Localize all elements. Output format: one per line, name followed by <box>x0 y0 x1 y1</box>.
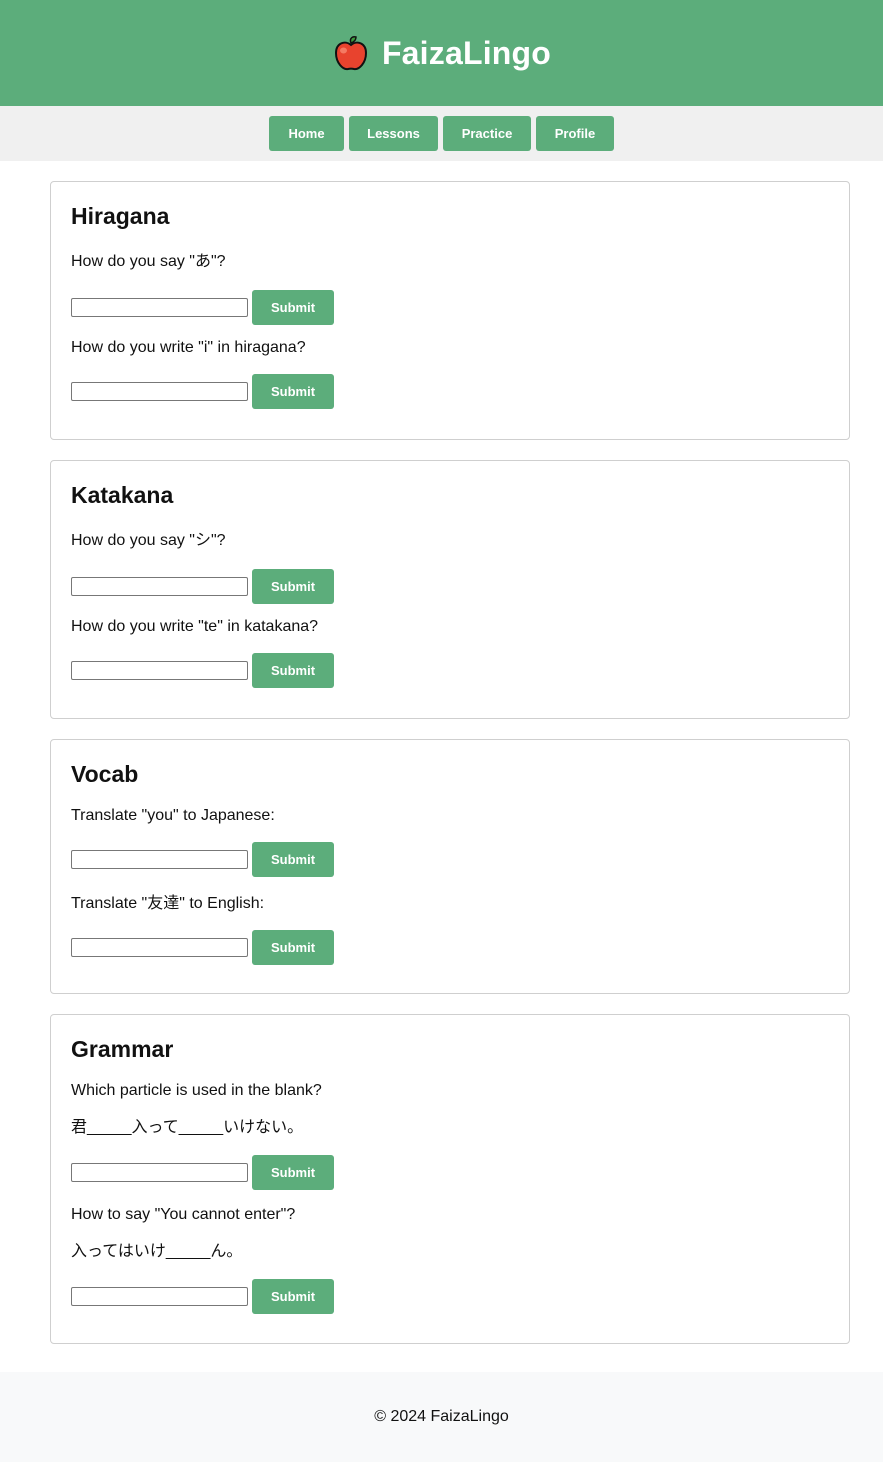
answer-row: Submit <box>71 374 829 409</box>
answer-input[interactable] <box>71 298 248 317</box>
example-sentence: 入ってはいけ_____ん。 <box>71 1243 243 1260</box>
question-text: How do you say "あ"? <box>71 253 226 270</box>
answer-row: Submit <box>71 930 829 965</box>
answer-input[interactable] <box>71 850 248 869</box>
hiragana-section: Hiragana How do you say "あ"? Submit How … <box>50 181 850 440</box>
nav-lessons-button[interactable]: Lessons <box>349 116 438 151</box>
section-title: Hiragana <box>71 203 170 229</box>
question-text: Which particle is used in the blank? <box>71 1082 322 1099</box>
katakana-section: Katakana How do you say "シ"? Submit How … <box>50 460 850 719</box>
question-text: How do you say "シ"? <box>71 532 226 549</box>
question-text: Translate "you" to Japanese: <box>71 807 275 824</box>
submit-button[interactable]: Submit <box>252 374 334 409</box>
submit-button[interactable]: Submit <box>252 1155 334 1190</box>
section-title: Katakana <box>71 482 174 508</box>
answer-row: Submit <box>71 1155 829 1190</box>
submit-button[interactable]: Submit <box>252 842 334 877</box>
answer-input[interactable] <box>71 1287 248 1306</box>
question-text: How do you write "te" in katakana? <box>71 618 319 635</box>
main-content: Hiragana How do you say "あ"? Submit How … <box>0 161 883 1384</box>
grammar-section: Grammar Which particle is used in the bl… <box>50 1014 850 1344</box>
answer-row: Submit <box>71 569 829 604</box>
site-title: FaizaLingo <box>381 34 552 71</box>
submit-button[interactable]: Submit <box>252 930 334 965</box>
question-text: How do you write "i" in hiragana? <box>71 339 306 356</box>
answer-input[interactable] <box>71 382 248 401</box>
question-text: How to say "You cannot enter"? <box>71 1206 296 1223</box>
submit-button[interactable]: Submit <box>252 569 334 604</box>
footer-copyright: © 2024 FaizaLingo <box>374 1408 509 1425</box>
answer-row: Submit <box>71 290 829 325</box>
submit-button[interactable]: Submit <box>252 290 334 325</box>
answer-input[interactable] <box>71 661 248 680</box>
site-footer: © 2024 FaizaLingo <box>0 1372 883 1462</box>
nav-profile-button[interactable]: Profile <box>536 116 614 151</box>
main-nav: Home Lessons Practice Profile <box>0 106 883 161</box>
section-title: Grammar <box>71 1036 174 1062</box>
answer-input[interactable] <box>71 938 248 957</box>
vocab-section: Vocab Translate "you" to Japanese: Submi… <box>50 739 850 994</box>
submit-button[interactable]: Submit <box>252 653 334 688</box>
site-header: FaizaLingo <box>0 0 883 106</box>
answer-input[interactable] <box>71 1163 248 1182</box>
answer-row: Submit <box>71 842 829 877</box>
question-text: Translate "友達" to English: <box>71 895 265 912</box>
nav-practice-button[interactable]: Practice <box>443 116 531 151</box>
answer-row: Submit <box>71 1279 829 1314</box>
submit-button[interactable]: Submit <box>252 1279 334 1314</box>
answer-row: Submit <box>71 653 829 688</box>
example-sentence: 君_____入って_____いけない。 <box>71 1119 304 1136</box>
answer-input[interactable] <box>71 577 248 596</box>
nav-home-button[interactable]: Home <box>269 116 344 151</box>
apple-icon <box>332 34 370 72</box>
section-title: Vocab <box>71 761 139 787</box>
